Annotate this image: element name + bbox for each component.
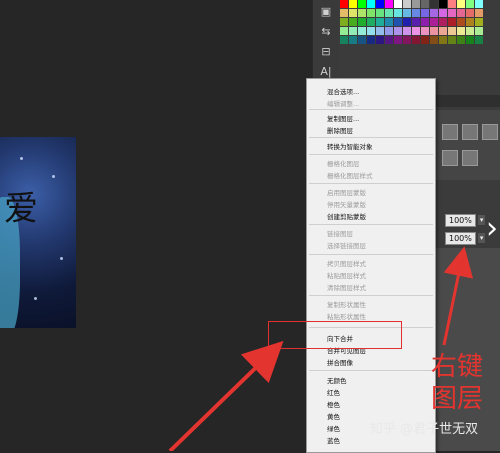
watermark: 知乎 @君子世无双 bbox=[370, 422, 479, 437]
arrow-to-layer bbox=[442, 246, 474, 346]
arrow-to-merge-down bbox=[168, 340, 284, 451]
annotation-right-click: 右键 bbox=[431, 352, 484, 382]
annotation-arrows bbox=[168, 246, 474, 451]
annotation-layer: 图层 bbox=[431, 384, 484, 414]
